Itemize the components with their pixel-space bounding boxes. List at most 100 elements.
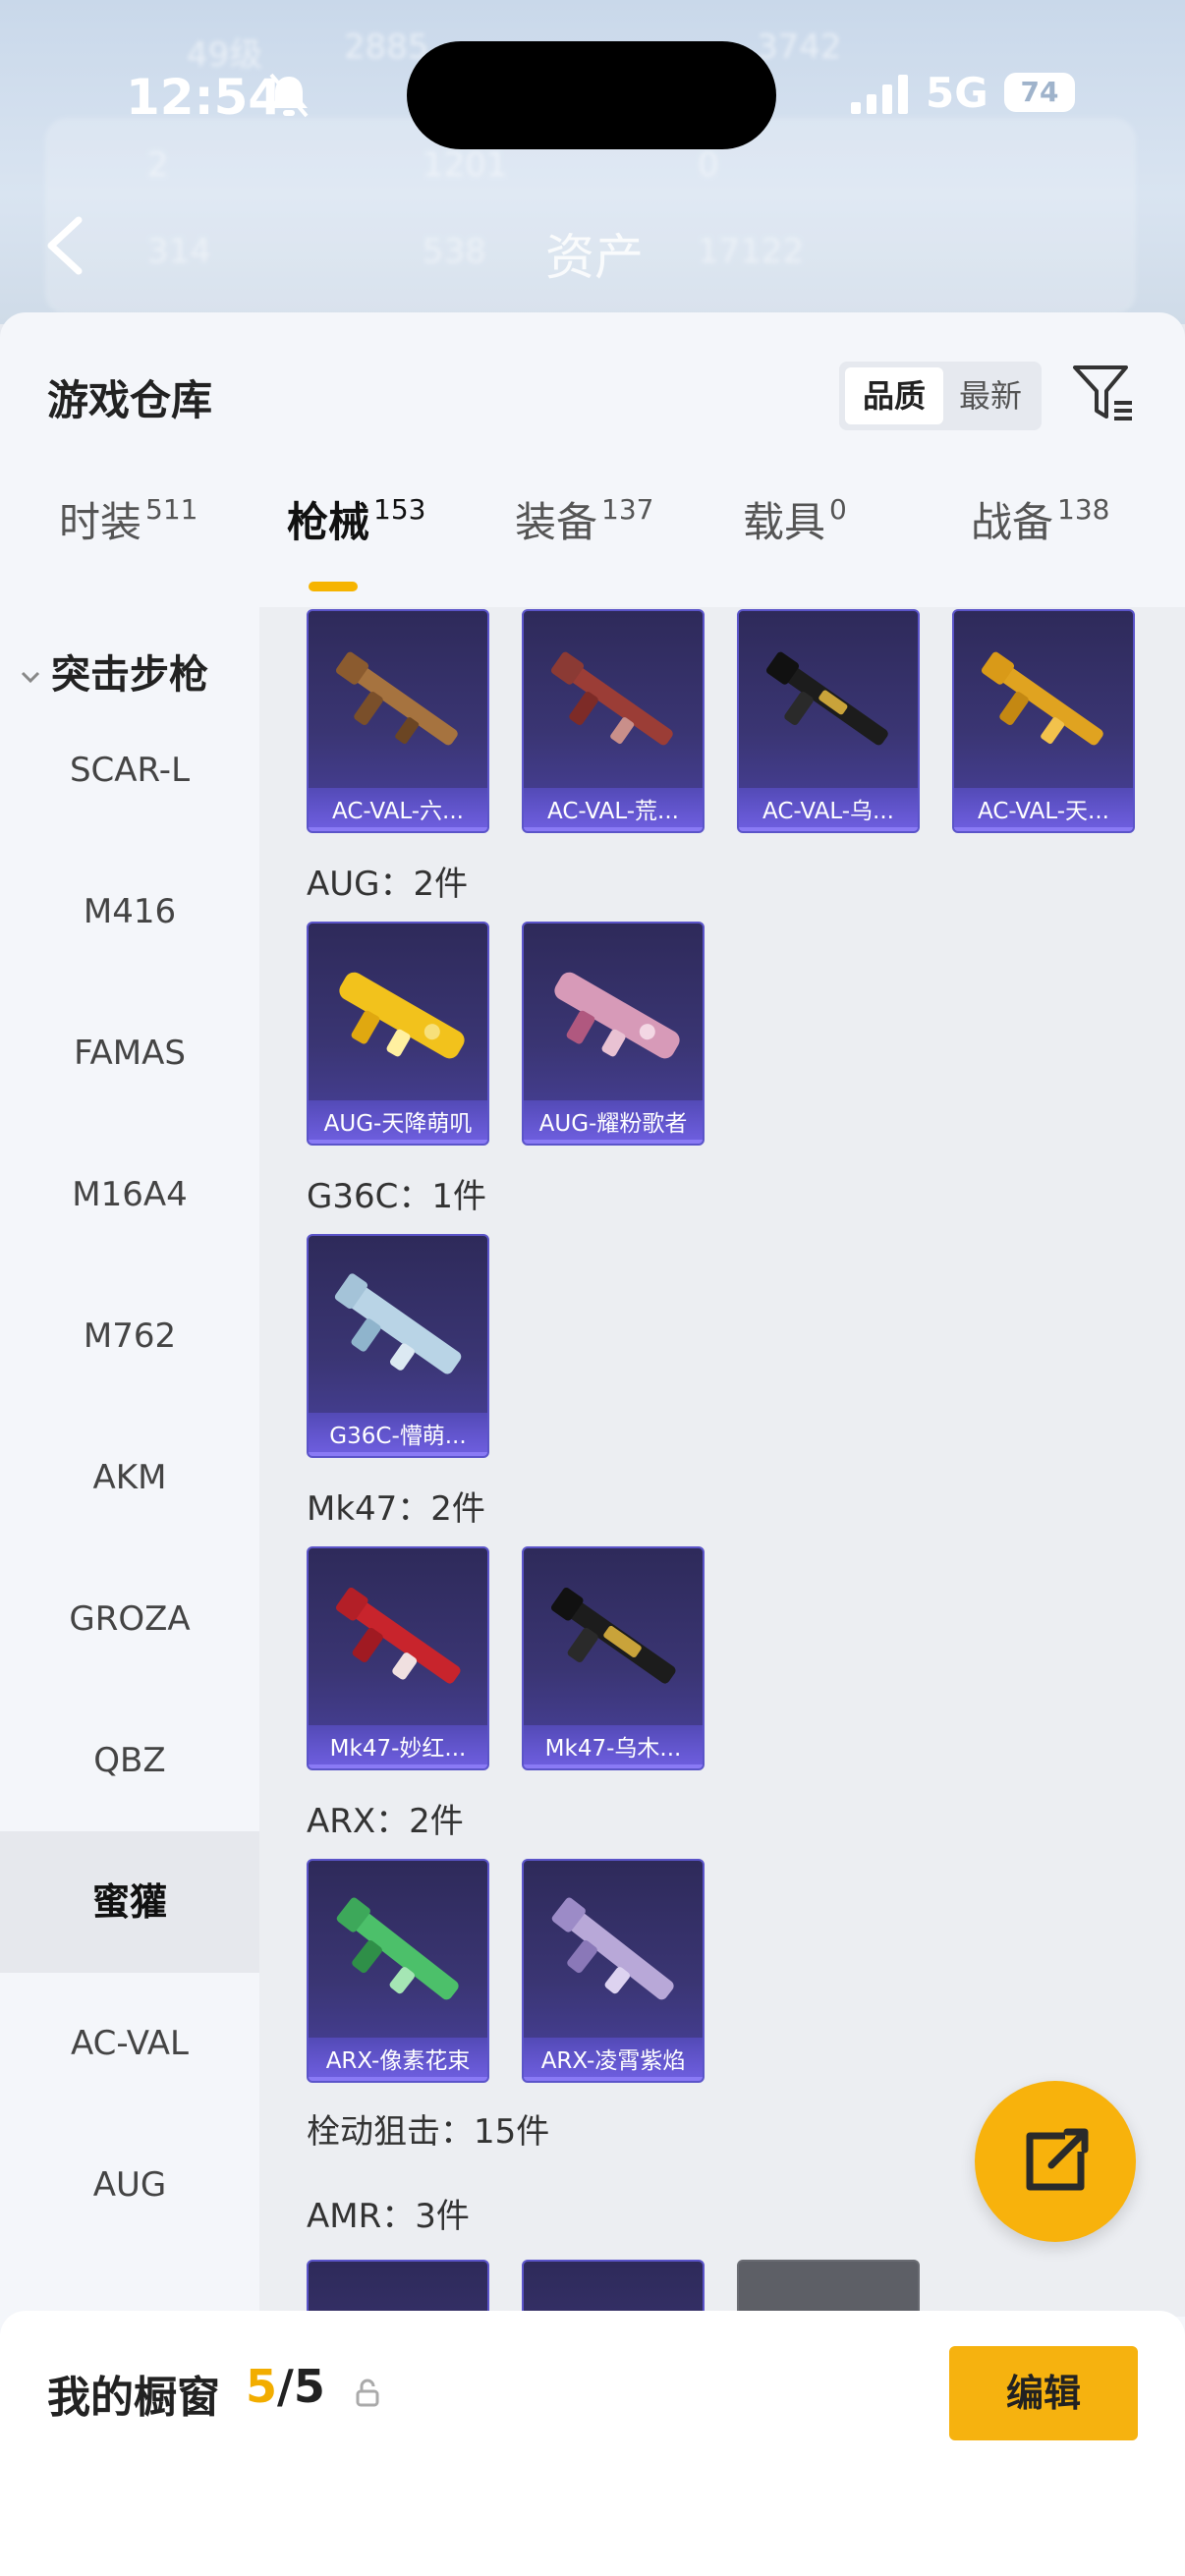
back-arrow-icon[interactable] [41, 214, 86, 277]
skin-name: AC-VAL-乌... [762, 799, 894, 824]
skin-card[interactable]: Mk47-妙红... [307, 1546, 489, 1770]
skin-name: AC-VAL-六... [332, 799, 464, 824]
share-button[interactable] [975, 2081, 1136, 2242]
skin-card[interactable]: AC-VAL-乌... [737, 609, 920, 833]
group-label-amr: AMR：3件 [307, 2197, 470, 2236]
network-type: 5G [926, 69, 988, 117]
skin-card[interactable] [737, 2260, 920, 2317]
skin-card[interactable]: ARX-凌霄紫焰 [522, 1859, 705, 2083]
skin-name: AUG-天降萌叽 [323, 1111, 473, 1137]
sidebar-item-famas[interactable]: FAMAS [0, 982, 259, 1124]
skin-name: AC-VAL-天... [978, 799, 1109, 824]
tab-guns[interactable]: 枪械 153 [287, 489, 425, 549]
tab-vehicles[interactable]: 载具 0 [743, 489, 847, 549]
sort-quality-option[interactable]: 品质 [845, 367, 943, 424]
skin-card[interactable] [522, 2260, 705, 2317]
category-label: 突击步枪 [51, 652, 208, 698]
lock-icon [356, 2379, 379, 2407]
rifle-icon [339, 972, 465, 1059]
group-label-mk47: Mk47：2件 [307, 1489, 485, 1529]
sort-toggle: 品质 最新 [839, 362, 1042, 430]
rifle-icon [551, 1897, 674, 2000]
rifle-icon [550, 651, 673, 746]
rifle-icon [335, 651, 458, 746]
sidebar-item-m16a4[interactable]: M16A4 [0, 1124, 259, 1265]
showcase-current: 5 [246, 2360, 278, 2413]
sidebar-item-qbz[interactable]: QBZ [0, 1690, 259, 1831]
tab-label: 时装 [59, 498, 142, 546]
share-icon [1026, 2128, 1089, 2191]
tab-count: 153 [373, 493, 426, 526]
tab-label: 载具 [743, 498, 826, 546]
dynamic-island [407, 41, 776, 149]
skin-card[interactable]: ARX-像素花束 [307, 1859, 489, 2083]
skin-card[interactable]: AC-VAL-荒... [522, 609, 705, 833]
category-header[interactable]: 突击步枪 [20, 643, 208, 700]
skin-card[interactable]: AC-VAL-天... [952, 609, 1135, 833]
active-tab-indicator [309, 582, 358, 591]
showcase-panel: 我的橱窗 5/5 编辑 [0, 2311, 1185, 2576]
skin-name: Mk47-乌木... [544, 1736, 682, 1762]
weapon-type-sidebar: 突击步枪 SCAR-L M416 FAMAS M16A4 M762 AKM GR… [0, 607, 259, 2317]
rifle-icon [981, 651, 1103, 746]
weapon-skin-list: AC-VAL-六... AC-VAL-荒... AC-VAL-乌... AC-V… [259, 607, 1185, 2317]
skin-card[interactable]: AUG-天降萌叽 [307, 922, 489, 1146]
sheet-title: 游戏仓库 [47, 376, 213, 424]
sidebar-item-scar-l[interactable]: SCAR-L [0, 700, 259, 841]
tab-supplies[interactable]: 战备 138 [971, 489, 1109, 549]
sidebar-item-aug[interactable]: AUG [0, 2114, 259, 2256]
sidebar-item-honey-badger[interactable]: 蜜獾 [0, 1831, 259, 1973]
tab-count: 0 [829, 493, 847, 526]
skin-card[interactable]: Mk47-乌木... [522, 1546, 705, 1770]
skin-name: ARX-凌霄紫焰 [540, 2048, 686, 2074]
sidebar-item-groza[interactable]: GROZA [0, 1548, 259, 1690]
group-label-arx: ARX：2件 [307, 1802, 464, 1841]
bg-value: 17122 [698, 232, 805, 271]
rifle-icon [335, 1587, 461, 1684]
skin-name: ARX-像素花束 [325, 2048, 471, 2074]
tab-label: 战备 [971, 498, 1054, 546]
sidebar-item-m762[interactable]: M762 [0, 1265, 259, 1407]
skin-name: G36C-懵萌... [329, 1424, 467, 1449]
bg-value: 314 [147, 232, 211, 271]
battery-level: 74 [1004, 73, 1075, 112]
filter-icon[interactable] [1071, 362, 1136, 426]
showcase-label: 我的橱窗 [47, 2373, 220, 2423]
sidebar-item-akm[interactable]: AKM [0, 1407, 259, 1548]
signal-icon [851, 75, 908, 114]
skin-card[interactable] [307, 2260, 489, 2317]
group-label-g36c: G36C：1件 [307, 1177, 486, 1216]
edit-button[interactable]: 编辑 [949, 2346, 1138, 2440]
skin-name: AC-VAL-荒... [547, 799, 679, 824]
sort-newest-option[interactable]: 最新 [941, 367, 1040, 424]
tab-count: 138 [1057, 493, 1110, 526]
skin-name: AUG-耀粉歌者 [538, 1111, 688, 1137]
silent-bell-icon [269, 73, 309, 118]
rifle-icon [336, 1897, 459, 2000]
rifle-icon [550, 1587, 676, 1684]
group-label-aug: AUG：2件 [307, 865, 469, 904]
chevron-down-icon [21, 671, 40, 684]
rifle-icon [334, 1273, 462, 1374]
skin-card[interactable]: AUG-耀粉歌者 [522, 922, 705, 1146]
rifle-icon [554, 972, 680, 1059]
category-tabs: 时装 511 枪械 153 装备 137 载具 0 战备 138 [0, 489, 1185, 588]
bg-value: 538 [423, 232, 486, 271]
bg-page-title: 资产 [545, 229, 644, 286]
skin-card[interactable]: AC-VAL-六... [307, 609, 489, 833]
group-label-bolt-action: 栓动狙击：15件 [307, 2112, 550, 2152]
tab-label: 装备 [515, 498, 598, 546]
sidebar-item-m416[interactable]: M416 [0, 841, 259, 982]
skin-card[interactable]: G36C-懵萌... [307, 1234, 489, 1458]
tab-count: 511 [145, 493, 198, 526]
showcase-total: /5 [277, 2360, 325, 2413]
clock: 12:54 [126, 69, 283, 126]
sidebar-item-ac-val[interactable]: AC-VAL [0, 1973, 259, 2114]
tab-fashion[interactable]: 时装 511 [59, 489, 198, 549]
tab-count: 137 [601, 493, 654, 526]
tab-label: 枪械 [287, 498, 370, 546]
showcase-count: 5/5 [246, 2360, 325, 2413]
skin-name: Mk47-妙红... [329, 1736, 467, 1762]
status-bar: 12:54 5G 74 [0, 0, 1185, 196]
tab-equipment[interactable]: 装备 137 [515, 489, 653, 549]
